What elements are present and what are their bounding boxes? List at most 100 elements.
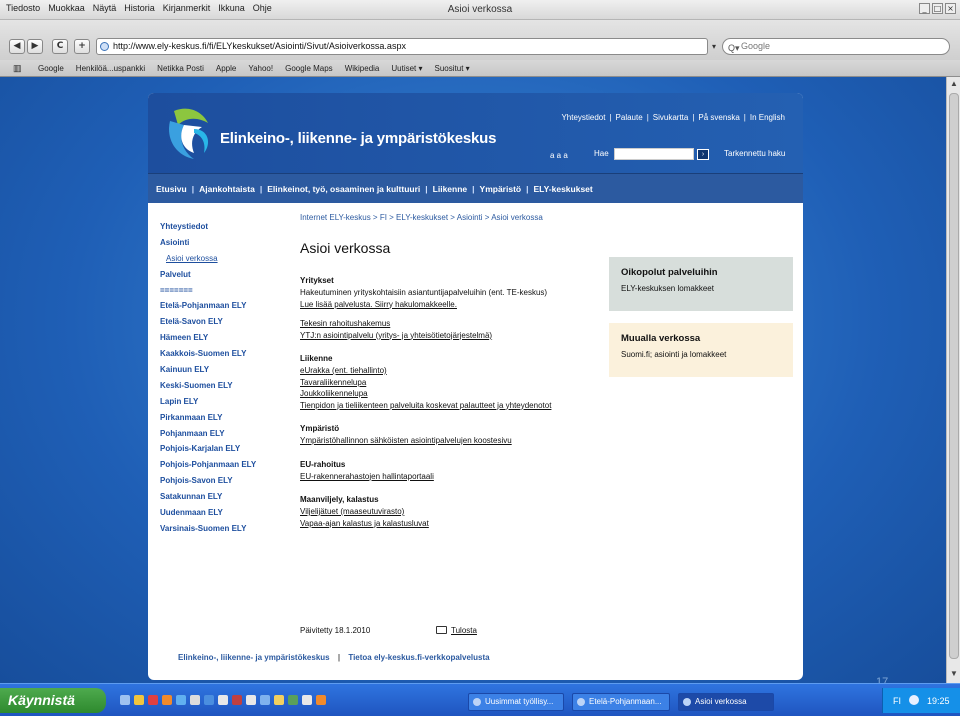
left-nav-item[interactable]: Uudenmaan ELY: [160, 505, 290, 521]
content-link[interactable]: Joukkoliikennelupa: [300, 388, 600, 400]
minimize-icon[interactable]: _: [919, 3, 930, 14]
bookmark-item[interactable]: Henkilöä...uspankki: [76, 64, 145, 73]
quicklaunch-icon[interactable]: [302, 695, 312, 705]
bookmark-item[interactable]: Yahoo!: [248, 64, 273, 73]
bookmark-item[interactable]: Wikipedia: [345, 64, 380, 73]
nav-news[interactable]: Ajankohtaista: [199, 184, 255, 194]
quicklaunch-icon[interactable]: [316, 695, 326, 705]
reload-button[interactable]: C: [52, 39, 68, 54]
ely-logo[interactable]: [164, 103, 214, 161]
taskbar-item[interactable]: Etelä-Pohjanmaan...: [572, 693, 670, 711]
content-link[interactable]: EU-rakennerahastojen hallintaportaali: [300, 471, 600, 483]
tray-icon[interactable]: [909, 695, 919, 705]
nav-home[interactable]: Etusivu: [156, 184, 187, 194]
bookmark-item[interactable]: Suositut ▾: [435, 64, 470, 73]
quicklaunch-icon[interactable]: [260, 695, 270, 705]
top-link-english[interactable]: In English: [750, 113, 785, 122]
bookmark-item[interactable]: Google: [38, 64, 64, 73]
left-nav-item[interactable]: Hämeen ELY: [160, 330, 290, 346]
left-nav-item[interactable]: Varsinais-Suomen ELY: [160, 521, 290, 537]
site-name[interactable]: Elinkeino-, liikenne- ja ympäristökeskus: [220, 130, 496, 147]
quicklaunch-icon[interactable]: [204, 695, 214, 705]
page-title: Asioi verkossa: [300, 240, 391, 256]
bookmark-item[interactable]: Uutiset ▾: [391, 64, 422, 73]
content-link[interactable]: Vapaa-ajan kalastus ja kalastusluvat: [300, 518, 600, 530]
back-button[interactable]: ◀: [9, 39, 25, 54]
left-nav-item[interactable]: Pohjois-Pohjanmaan ELY: [160, 457, 290, 473]
content-link[interactable]: YTJ:n asiointipalvelu (yritys- ja yhteis…: [300, 330, 600, 342]
quicklaunch-icon[interactable]: [134, 695, 144, 705]
left-nav-item[interactable]: Palvelut: [160, 267, 290, 283]
advanced-search-link[interactable]: Tarkennettu haku: [724, 149, 785, 158]
print-link[interactable]: Tulosta: [436, 626, 477, 635]
breadcrumb[interactable]: Internet ELY-keskus > FI > ELY-keskukset…: [300, 213, 543, 222]
left-nav-item[interactable]: Pohjanmaan ELY: [160, 426, 290, 442]
content-link[interactable]: Lue lisää palvelusta. Siirry hakulomakke…: [300, 299, 600, 311]
left-nav-item[interactable]: Asiointi: [160, 235, 290, 251]
footer-link-about[interactable]: Tietoa ely-keskus.fi-verkkopalvelusta: [348, 653, 489, 662]
content-link[interactable]: Tavaraliikennelupa: [300, 377, 600, 389]
left-nav-item[interactable]: Kaakkois-Suomen ELY: [160, 346, 290, 362]
content-link[interactable]: Tekesin rahoitushakemus: [300, 318, 600, 330]
close-icon[interactable]: ×: [945, 3, 956, 14]
left-nav-item[interactable]: =======: [160, 283, 290, 299]
nav-traffic[interactable]: Liikenne: [433, 184, 467, 194]
top-link-feedback[interactable]: Palaute: [616, 113, 643, 122]
left-nav-item[interactable]: Pohjois-Savon ELY: [160, 473, 290, 489]
quicklaunch-icon[interactable]: [162, 695, 172, 705]
nav-ely-centres[interactable]: ELY-keskukset: [534, 184, 593, 194]
quicklaunch-icon[interactable]: [246, 695, 256, 705]
quicklaunch-icon[interactable]: [176, 695, 186, 705]
nav-business[interactable]: Elinkeinot, työ, osaaminen ja kulttuuri: [267, 184, 420, 194]
font-size-selector[interactable]: a a a: [550, 151, 568, 160]
left-nav-item[interactable]: Kainuun ELY: [160, 362, 290, 378]
quicklaunch-icon[interactable]: [274, 695, 284, 705]
quicklaunch-icon[interactable]: [120, 695, 130, 705]
left-nav-subitem[interactable]: Asioi verkossa: [160, 251, 290, 267]
box-link[interactable]: ELY-keskuksen lomakkeet: [621, 284, 781, 293]
top-link-sitemap[interactable]: Sivukartta: [653, 113, 689, 122]
left-nav-item[interactable]: Satakunnan ELY: [160, 489, 290, 505]
taskbar-item-active[interactable]: Asioi verkossa: [678, 693, 774, 711]
left-nav-item[interactable]: Etelä-Pohjanmaan ELY: [160, 298, 290, 314]
quicklaunch-icon[interactable]: [190, 695, 200, 705]
left-nav-item[interactable]: Pohjois-Karjalan ELY: [160, 441, 290, 457]
quicklaunch-icon[interactable]: [148, 695, 158, 705]
top-link-swedish[interactable]: På svenska: [698, 113, 739, 122]
bookmark-item[interactable]: Netikka Posti: [157, 64, 204, 73]
left-nav-item[interactable]: Lapin ELY: [160, 394, 290, 410]
box-link[interactable]: Suomi.fi; asiointi ja lomakkeet: [621, 350, 781, 359]
quicklaunch-icon[interactable]: [288, 695, 298, 705]
forward-button[interactable]: ▶: [27, 39, 43, 54]
bookmark-item[interactable]: Apple: [216, 64, 236, 73]
quicklaunch-icon[interactable]: [232, 695, 242, 705]
site-search-button[interactable]: ›: [697, 149, 709, 160]
bookmark-item[interactable]: Google Maps: [285, 64, 333, 73]
site-search-input[interactable]: [614, 148, 694, 160]
left-nav-item[interactable]: Yhteystiedot: [160, 219, 290, 235]
footer-link-ely[interactable]: Elinkeino-, liikenne- ja ympäristökeskus: [178, 653, 330, 662]
search-field[interactable]: Q▾ Google: [722, 38, 950, 55]
taskbar-item[interactable]: Uusimmat työllisy...: [468, 693, 564, 711]
left-nav-item[interactable]: Etelä-Savon ELY: [160, 314, 290, 330]
top-link-contacts[interactable]: Yhteystiedot: [561, 113, 605, 122]
content-link[interactable]: Ympäristöhallinnon sähköisten asiointipa…: [300, 435, 600, 447]
content-link[interactable]: Viljelijätuet (maaseutuvirasto): [300, 506, 600, 518]
open-book-icon[interactable]: ▥: [13, 63, 22, 74]
scroll-up-icon[interactable]: ▲: [947, 79, 960, 88]
language-indicator[interactable]: FI: [893, 696, 901, 706]
quicklaunch-icon[interactable]: [218, 695, 228, 705]
start-button[interactable]: Käynnistä: [0, 688, 106, 713]
scrollbar-thumb[interactable]: [949, 93, 959, 659]
maximize-icon[interactable]: □: [932, 3, 943, 14]
add-bookmark-button[interactable]: +: [74, 39, 90, 54]
content-link[interactable]: Tienpidon ja tieliikenteen palveluita ko…: [300, 400, 600, 412]
dropdown-arrow-icon[interactable]: ▾: [712, 42, 716, 51]
vertical-scrollbar[interactable]: ▲ ▼: [946, 77, 960, 683]
left-nav-item[interactable]: Keski-Suomen ELY: [160, 378, 290, 394]
content-link[interactable]: eUrakka (ent. tiehallinto): [300, 365, 600, 377]
scroll-down-icon[interactable]: ▼: [947, 669, 960, 678]
address-bar[interactable]: http://www.ely-keskus.fi/fi/ELYkeskukset…: [96, 38, 708, 55]
nav-environment[interactable]: Ympäristö: [480, 184, 522, 194]
left-nav-item[interactable]: Pirkanmaan ELY: [160, 410, 290, 426]
